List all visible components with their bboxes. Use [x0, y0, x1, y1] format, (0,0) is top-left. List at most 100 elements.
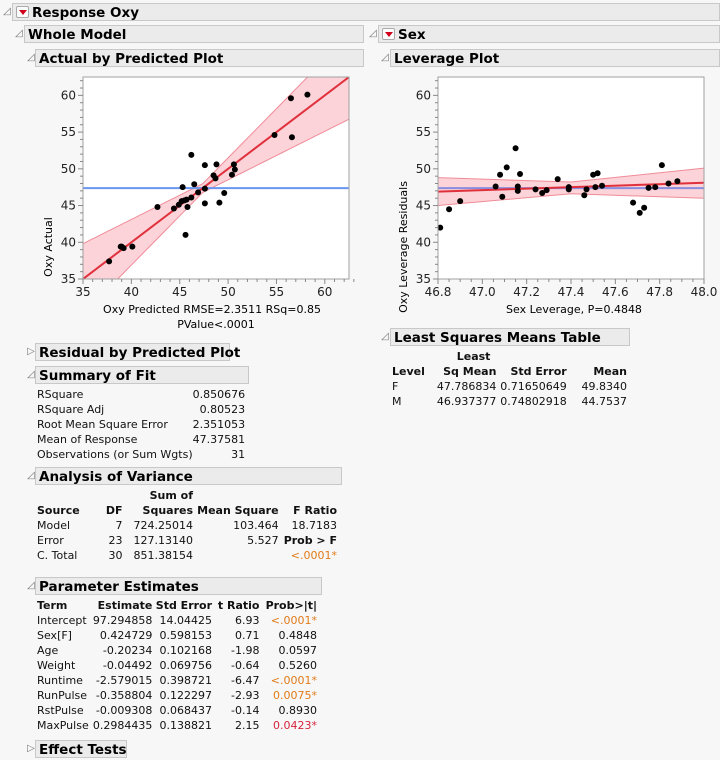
data-point	[492, 183, 499, 190]
level-cell: M	[392, 395, 402, 408]
ss-cell: 851.38154	[133, 549, 194, 562]
table-row: Runtime -2.579015 0.398721 -6.47 <.0001*	[37, 673, 317, 688]
section-header-parameter-estimates[interactable]: Parameter Estimates	[35, 577, 322, 595]
ls-mean-cell: 46.937377	[436, 395, 497, 408]
term-cell: RstPulse	[37, 704, 84, 717]
data-point	[532, 186, 539, 193]
stat-label: RSquare	[37, 388, 84, 401]
y-tick-label: 55	[416, 125, 431, 139]
y-tick-label: 45	[416, 199, 431, 213]
std-error-cell: 0.122297	[159, 689, 213, 702]
section-title: Sex	[398, 27, 426, 43]
data-point	[645, 184, 652, 191]
col-header: Sq Mean	[443, 365, 497, 378]
stat-value: 0.80523	[199, 403, 246, 416]
t-ratio-cell: -2.93	[231, 689, 260, 702]
estimate-cell: 97.294858	[92, 614, 153, 627]
table-row: C. Total 30 851.38154 <.0001*	[37, 548, 337, 563]
section-header-least-squares-means[interactable]: Least Squares Means Table	[390, 328, 630, 346]
x-tick-label: 35	[75, 285, 90, 299]
ms-cell: 103.464	[233, 519, 279, 532]
stat-label: Root Mean Square Error	[37, 418, 168, 431]
t-ratio-cell: -6.47	[231, 674, 260, 687]
term-cell: MaxPulse	[37, 719, 89, 732]
y-tick-label: 45	[61, 199, 76, 213]
report-header-response-oxy[interactable]: Response Oxy	[12, 3, 720, 21]
stat-label: RSquare Adj	[37, 403, 105, 416]
x-tick-label: 40	[124, 285, 139, 299]
data-point	[446, 206, 453, 213]
data-point	[630, 199, 637, 206]
section-header-analysis-of-variance[interactable]: Analysis of Variance	[35, 467, 342, 485]
table-row: MaxPulse 0.2984435 0.138821 2.15 0.0423*	[37, 718, 317, 733]
ms-cell	[193, 548, 279, 563]
p-value-cell: <.0001*	[270, 614, 317, 627]
data-point	[583, 186, 590, 193]
data-point	[179, 184, 186, 191]
table-row: Weight -0.04492 0.069756 -0.64 0.5260	[37, 658, 317, 673]
std-error-cell: 0.71650649	[500, 380, 567, 393]
section-title: Effect Tests	[39, 742, 127, 758]
report-title: Response Oxy	[32, 5, 140, 21]
section-header-leverage-plot[interactable]: Leverage Plot	[390, 49, 720, 67]
std-error-cell: 0.068437	[159, 704, 213, 717]
p-value-cell: 0.5260	[278, 659, 318, 672]
section-header-residual-by-predicted[interactable]: Residual by Predicted Plot	[35, 343, 240, 361]
red-triangle-menu-icon[interactable]	[382, 28, 395, 40]
x-tick-label: 47.4	[558, 285, 585, 299]
section-header-sex[interactable]: Sex	[378, 25, 720, 43]
section-header-summary-of-fit[interactable]: Summary of Fit	[35, 366, 249, 384]
x-tick-label: 47.8	[646, 285, 673, 299]
section-title: Parameter Estimates	[39, 579, 199, 595]
data-point	[213, 161, 220, 168]
term-cell: Intercept	[37, 614, 87, 627]
p-value-cell: 0.4848	[278, 629, 318, 642]
data-point	[517, 170, 524, 177]
x-tick-label: 47.2	[513, 285, 540, 299]
table-row: RSquare 0.850676	[37, 387, 245, 402]
col-header: F Ratio	[293, 504, 337, 517]
level-cell: F	[392, 380, 399, 393]
data-point	[641, 204, 648, 211]
y-tick-label: 55	[61, 125, 76, 139]
data-point	[658, 162, 665, 169]
data-point	[636, 209, 643, 216]
data-point	[652, 184, 659, 191]
estimate-cell: 0.424729	[99, 629, 153, 642]
table-row: Mean of Response 47.37581	[37, 432, 245, 447]
data-point	[129, 243, 136, 250]
data-point	[201, 162, 208, 169]
sex-leverage-chart: 35 40 45 50 55 60 46.8 47.0 47.2 47.4 47.6 47.8 48.0…	[397, 76, 717, 316]
data-point	[106, 258, 113, 265]
data-point	[170, 205, 177, 212]
col-header: Std Error	[510, 365, 567, 378]
col-header: Least	[456, 350, 491, 363]
x-tick-label: 45	[172, 285, 187, 299]
col-header: Squares	[142, 504, 194, 517]
p-value-cell: 0.0597	[278, 644, 318, 657]
data-point	[184, 204, 191, 211]
estimate-cell: -0.04492	[102, 659, 153, 672]
section-header-effect-tests[interactable]: Effect Tests	[35, 740, 127, 758]
data-point	[221, 190, 228, 197]
table-row: Observations (or Sum Wgts) 31	[37, 447, 245, 462]
mean-cell: 44.7537	[581, 395, 628, 408]
section-header-actual-by-predicted[interactable]: Actual by Predicted Plot	[35, 49, 364, 67]
t-ratio-cell: 6.93	[235, 614, 260, 627]
red-triangle-menu-icon[interactable]	[16, 6, 29, 18]
stat-label: Mean of Response	[37, 433, 138, 446]
section-header-whole-model[interactable]: Whole Model	[24, 25, 364, 43]
p-value-cell: 0.0075*	[273, 689, 317, 702]
data-point	[216, 199, 223, 206]
data-point	[581, 192, 588, 199]
data-point	[512, 145, 519, 152]
col-header: Level	[392, 365, 425, 378]
f-cell: <.0001*	[290, 549, 337, 562]
ms-cell: 5.527	[247, 534, 279, 547]
term-cell: Runtime	[37, 674, 83, 687]
p-value-cell: <.0001*	[270, 674, 317, 687]
col-header: Sum of	[149, 489, 194, 502]
data-point	[182, 231, 189, 238]
t-ratio-cell: -1.98	[231, 644, 260, 657]
df-cell: 7	[115, 519, 123, 532]
